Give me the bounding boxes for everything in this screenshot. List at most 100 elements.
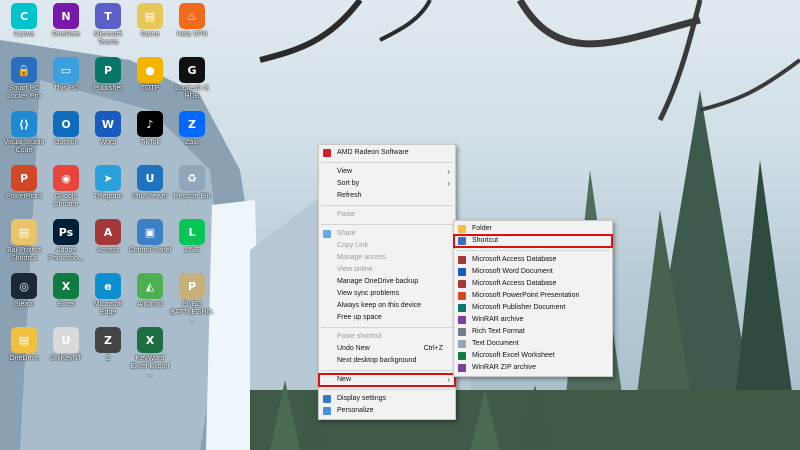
desktop[interactable]: C Canva N OneNote T Microsoft Teams ▤ Game ♨ Hola… [0, 0, 800, 450]
desktop-icon[interactable]: ◎ Steam [2, 270, 46, 326]
desktop-icon[interactable]: ♨ Hola VPN [170, 0, 214, 56]
app-icon: e [95, 273, 121, 299]
desktop-icon[interactable]: T Microsoft Teams [86, 0, 130, 56]
menu-item-label: Display settings [337, 395, 387, 402]
menu-item-rich-text-format[interactable]: Rich Text Format [454, 326, 612, 338]
menu-item-label: Sort by [337, 180, 360, 187]
desktop-icon[interactable]: ▤ OneDrive [2, 324, 46, 380]
desktop-icon[interactable]: ➤ Telegram [86, 162, 130, 218]
menu-item-manage-access: Manage access [319, 252, 455, 264]
desktop-icon[interactable]: ⟨⟩ Visual Studio Code [2, 108, 46, 164]
desktop-icon[interactable]: ▤ Game [128, 0, 172, 56]
menu-item-label: Free up space [337, 314, 382, 321]
menu-item-refresh[interactable]: Refresh [319, 190, 455, 202]
menu-item-winrar-archive[interactable]: WinRAR archive [454, 314, 612, 326]
menu-item-label: Microsoft Publisher Document [472, 304, 566, 311]
app-icon: ♻ [179, 165, 205, 191]
shortcut-icon [458, 237, 466, 245]
menu-item-free-up-space[interactable]: Free up space [319, 312, 455, 324]
menu-item-label: Paste [337, 211, 355, 218]
desktop-icon[interactable]: A Access [86, 216, 130, 272]
shortcut-hint: Ctrl+Z [423, 345, 443, 352]
desktop-icon-label: LINE [184, 247, 200, 254]
personalize-icon [323, 407, 331, 415]
app-icon: ◎ [11, 273, 37, 299]
menu-item-microsoft-access-database[interactable]: Microsoft Access Database [454, 278, 612, 290]
menu-item-folder[interactable]: Folder [454, 223, 612, 235]
app-icon: W [95, 111, 121, 137]
desktop-icon[interactable]: N OneNote [44, 0, 88, 56]
menu-item-personalize[interactable]: Personalize [319, 405, 455, 417]
desktop-icon[interactable]: W Word [86, 108, 130, 164]
menu-separator [321, 224, 453, 225]
desktop-icon-label: Steam [13, 301, 35, 308]
desktop-icon[interactable]: 🔒 Smart PC Locker Pro [2, 54, 46, 110]
menu-item-label: Microsoft PowerPoint Presentation [472, 292, 580, 299]
menu-item-undo-new[interactable]: Undo New Ctrl+Z [319, 343, 455, 355]
desktop-icon[interactable]: U UltraViewer [128, 162, 172, 218]
menu-item-label: View sync problems [337, 290, 400, 297]
menu-item-paste: Paste [319, 209, 455, 221]
desktop-icon[interactable]: O Outlook [44, 108, 88, 164]
desktop-icon[interactable]: ZZ [86, 324, 130, 380]
chevron-right-icon: › [447, 167, 450, 176]
menu-item-label: Always keep on this device [337, 302, 422, 309]
menu-item-label: WinRAR archive [472, 316, 524, 323]
menu-item-microsoft-powerpoint-presentation[interactable]: Microsoft PowerPoint Presentation [454, 290, 612, 302]
menu-item-microsoft-excel-worksheet[interactable]: Microsoft Excel Worksheet [454, 350, 612, 362]
desktop-icon[interactable]: ♪ TikTok [128, 108, 172, 164]
desktop-icon[interactable]: X KeyWord Excel Export ... [128, 324, 172, 380]
desktop-icon-label: Visual Studio Code [3, 139, 45, 154]
desktop-icon[interactable]: ● TOTP [128, 54, 172, 110]
desktop-icon[interactable]: C Canva [2, 0, 46, 56]
menu-item-label: Rich Text Format [472, 328, 525, 335]
menu-item-text-document[interactable]: Text Document [454, 338, 612, 350]
menu-item-amd-radeon-software[interactable]: AMD Radeon Software [319, 147, 455, 159]
menu-item-label: Personalize [337, 407, 374, 414]
menu-item-shortcut[interactable]: Shortcut [453, 234, 613, 248]
onedrive-icon [323, 230, 331, 238]
text-icon [458, 340, 466, 348]
app-icon: T [95, 3, 121, 29]
winrar-zip-icon [458, 364, 466, 372]
desktop-icon[interactable]: e Microsoft Edge [86, 270, 130, 326]
desktop-icon[interactable]: ▣ Control Panel [128, 216, 172, 272]
desktop-icon[interactable]: P PowerPoint [2, 162, 46, 218]
desktop-icon[interactable]: ◭ AirDroid [128, 270, 172, 326]
app-icon: C [11, 3, 37, 29]
menu-item-microsoft-access-database[interactable]: Microsoft Access Database [454, 254, 612, 266]
desktop-icon[interactable]: L LINE [170, 216, 214, 272]
desktop-icon[interactable]: Z Zalo [170, 108, 214, 164]
desktop-icon[interactable]: U UniKeyNT [44, 324, 88, 380]
menu-item-next-desktop-background[interactable]: Next desktop background [319, 355, 455, 367]
desktop-icon[interactable]: P Publisher [86, 54, 130, 110]
desktop-icon[interactable]: ◉ Google Chrome [44, 162, 88, 218]
menu-item-winrar-zip-archive[interactable]: WinRAR ZIP archive [454, 362, 612, 374]
desktop-icon[interactable]: Ps Adobe Photosho... [44, 216, 88, 272]
menu-item-new[interactable]: New › [318, 373, 456, 387]
app-icon: X [53, 273, 79, 299]
menu-item-sort-by[interactable]: Sort by › [319, 178, 455, 190]
menu-item-view-sync-problems[interactable]: View sync problems [319, 288, 455, 300]
menu-item-display-settings[interactable]: Display settings [319, 393, 455, 405]
menu-item-microsoft-publisher-document[interactable]: Microsoft Publisher Document [454, 302, 612, 314]
desktop-icon-label: Bài Project Shortcut [7, 247, 41, 262]
menu-item-label: View online [337, 266, 373, 273]
menu-item-microsoft-word-document[interactable]: Microsoft Word Document [454, 266, 612, 278]
desktop-icon[interactable]: P PUBG BATTLEGRO... [170, 270, 214, 326]
app-icon: ⟨⟩ [11, 111, 37, 137]
menu-item-view[interactable]: View › [319, 166, 455, 178]
desktop-icon[interactable]: G Logitech G HUB [170, 54, 214, 110]
menu-item-label: Manage access [337, 254, 387, 261]
new-submenu: Folder Shortcut Microsoft Access Database M… [453, 220, 613, 377]
menu-separator [321, 162, 453, 163]
desktop-icon[interactable]: X Excel [44, 270, 88, 326]
menu-item-manage-onedrive-backup[interactable]: Manage OneDrive backup [319, 276, 455, 288]
menu-item-always-keep-on-this-device[interactable]: Always keep on this device [319, 300, 455, 312]
desktop-icon[interactable]: ▤ Bài Project Shortcut [2, 216, 46, 272]
desktop-icon-label: Telegram [93, 193, 123, 200]
desktop-icon-label: OneDrive [9, 355, 39, 362]
app-icon: ♨ [179, 3, 205, 29]
desktop-icon[interactable]: ♻ Recycle Bin [170, 162, 214, 218]
desktop-icon[interactable]: ▭ This PC [44, 54, 88, 110]
